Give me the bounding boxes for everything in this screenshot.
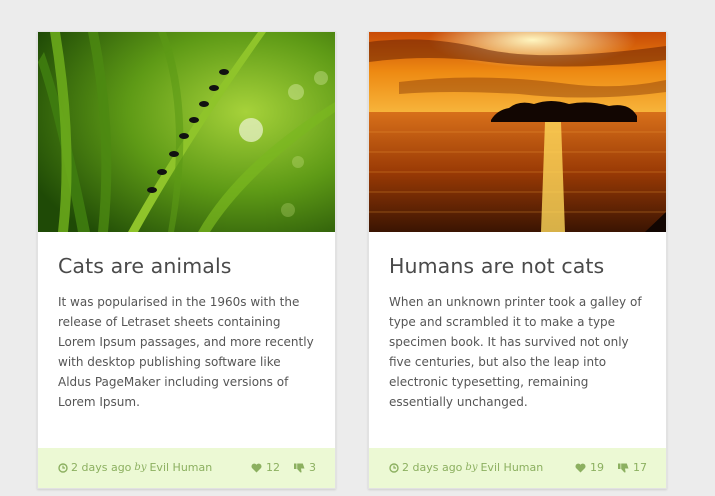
post-image-sunset[interactable] <box>369 32 666 232</box>
post-excerpt: When an unknown printer took a galley of… <box>389 295 642 409</box>
heart-icon[interactable] <box>251 463 262 473</box>
post-title[interactable]: Humans are not cats <box>389 254 648 278</box>
thumbs-down-icon[interactable] <box>294 463 305 473</box>
clock-icon <box>389 462 399 473</box>
thumbs-down-icon[interactable] <box>618 463 629 473</box>
post-stats: 12 3 <box>251 461 316 474</box>
heart-icon[interactable] <box>575 463 586 473</box>
dislike-count: 3 <box>309 461 316 474</box>
post-meta: 2 days ago by Evil Human <box>389 461 543 474</box>
post-footer: 2 days ago by Evil Human 19 17 <box>369 448 666 488</box>
post-card: Cats are animals It was popularised in t… <box>37 31 336 489</box>
post-card: Humans are not cats When an unknown prin… <box>368 31 667 489</box>
post-image-grass[interactable] <box>38 32 335 232</box>
post-body: Cats are animals It was popularised in t… <box>58 254 317 412</box>
post-body: Humans are not cats When an unknown prin… <box>389 254 648 412</box>
post-time: 2 days ago <box>402 461 463 474</box>
post-author-link[interactable]: Evil Human <box>480 461 543 474</box>
clock-icon <box>58 462 68 473</box>
by-label: by <box>134 462 147 473</box>
post-title[interactable]: Cats are animals <box>58 254 317 278</box>
by-label: by <box>465 462 478 473</box>
post-stats: 19 17 <box>575 461 647 474</box>
post-time: 2 days ago <box>71 461 132 474</box>
like-count: 12 <box>266 461 280 474</box>
post-meta: 2 days ago by Evil Human <box>58 461 212 474</box>
post-author-link[interactable]: Evil Human <box>149 461 212 474</box>
post-footer: 2 days ago by Evil Human 12 3 <box>38 448 335 488</box>
post-excerpt: It was popularised in the 1960s with the… <box>58 295 314 409</box>
dislike-count: 17 <box>633 461 647 474</box>
like-count: 19 <box>590 461 604 474</box>
